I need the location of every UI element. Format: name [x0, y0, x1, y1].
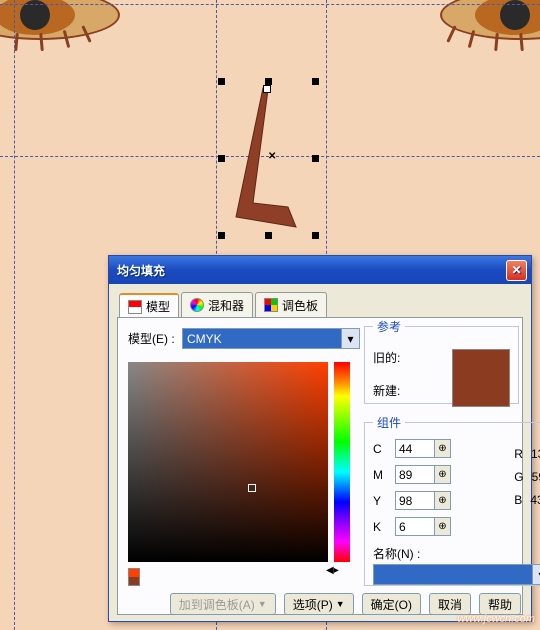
model-combo[interactable]: ▾	[182, 328, 360, 349]
hue-slider-thumb[interactable]: ◀▸	[326, 565, 339, 576]
options-button[interactable]: 选项(P)▼	[284, 593, 354, 615]
rgb-readout: R 130 G 59 B 43	[514, 447, 540, 507]
c-label: C	[373, 442, 387, 456]
b-label: B	[514, 493, 522, 507]
chevron-down-icon: ▼	[258, 599, 267, 609]
c-input[interactable]	[395, 439, 435, 458]
m-label: M	[373, 468, 387, 482]
help-button[interactable]: 帮助	[479, 593, 521, 615]
r-label: R	[514, 447, 523, 461]
k-label: K	[373, 520, 387, 534]
add-to-palette-button[interactable]: 加到调色板(A)▼	[170, 593, 276, 615]
reference-fieldset: 参考 旧的: 新建:	[364, 318, 519, 404]
color-picker-area[interactable]	[128, 362, 328, 562]
tab-panel-model: 模型(E) : ▾ ◀▸ 参考 旧的: 新建: 组件 C ⊕	[117, 317, 523, 615]
close-icon: ✕	[511, 263, 521, 277]
color-swatch	[452, 349, 510, 407]
dialog-button-row: 加到调色板(A)▼ 选项(P)▼ 确定(O) 取消 帮助	[109, 593, 531, 615]
g-label: G	[514, 470, 523, 484]
selection-handle[interactable]	[218, 78, 225, 85]
tab-label: 混和器	[208, 297, 244, 314]
selection-handle[interactable]	[218, 232, 225, 239]
guide-vertical	[14, 0, 15, 630]
k-input[interactable]	[395, 517, 435, 536]
name-combo[interactable]: ▾	[373, 564, 540, 585]
tab-mixer[interactable]: 混和器	[181, 292, 253, 317]
components-fieldset: 组件 C ⊕ M ⊕ Y ⊕ K ⊕ R 130 G 59 B 43	[364, 414, 540, 586]
y-input[interactable]	[395, 491, 435, 510]
shape-path	[220, 85, 310, 240]
y-label: Y	[373, 494, 387, 508]
components-legend: 组件	[373, 414, 405, 431]
y-lock-button[interactable]: ⊕	[435, 491, 451, 510]
name-combo-button[interactable]: ▾	[533, 564, 540, 585]
hue-slider[interactable]	[334, 362, 350, 562]
palette-icon	[264, 298, 278, 312]
c-lock-button[interactable]: ⊕	[435, 439, 451, 458]
selection-handle[interactable]	[265, 78, 272, 85]
b-value: 43	[530, 493, 540, 507]
g-value: 59	[532, 470, 540, 484]
mixer-icon	[190, 298, 204, 312]
selection-handle[interactable]	[312, 232, 319, 239]
selection-handle[interactable]	[265, 232, 272, 239]
dialog-titlebar[interactable]: 均匀填充 ✕	[109, 256, 531, 284]
model-combo-button[interactable]: ▾	[342, 328, 360, 349]
shape-node[interactable]	[263, 85, 271, 93]
tab-palette[interactable]: 调色板	[255, 292, 327, 317]
chevron-down-icon: ▼	[336, 599, 345, 609]
chevron-down-icon: ▾	[347, 332, 353, 346]
dialog-title: 均匀填充	[117, 262, 165, 279]
tab-label: 调色板	[282, 297, 318, 314]
r-value: 130	[531, 447, 540, 461]
watermark: www.jcwcn.com	[457, 613, 535, 625]
guide-horizontal	[0, 4, 540, 5]
k-lock-button[interactable]: ⊕	[435, 517, 451, 536]
uniform-fill-dialog: 均匀填充 ✕ 模型 混和器 调色板 模型(E) : ▾ ◀▸	[108, 255, 532, 622]
reference-legend: 参考	[373, 318, 405, 335]
color-marker[interactable]	[248, 484, 256, 492]
selection-handle[interactable]	[312, 78, 319, 85]
tab-model[interactable]: 模型	[119, 293, 179, 318]
selected-shape[interactable]: ✕	[225, 85, 305, 235]
model-label: 模型(E) :	[128, 330, 176, 347]
m-lock-button[interactable]: ⊕	[435, 465, 451, 484]
canvas-artwork-eye-right	[440, 0, 540, 40]
old-new-color-bar	[128, 568, 140, 586]
canvas-artwork-eye-left	[0, 0, 120, 40]
cancel-button[interactable]: 取消	[429, 593, 471, 615]
selection-handle[interactable]	[312, 155, 319, 162]
name-input[interactable]	[373, 564, 533, 585]
selection-center-icon: ✕	[268, 151, 276, 162]
m-input[interactable]	[395, 465, 435, 484]
selection-handle[interactable]	[218, 155, 225, 162]
model-icon	[128, 300, 142, 314]
tab-label: 模型	[146, 298, 170, 315]
name-label: 名称(N) :	[373, 545, 420, 562]
model-combo-input[interactable]	[182, 328, 342, 349]
ok-button[interactable]: 确定(O)	[362, 593, 421, 615]
tab-bar: 模型 混和器 调色板	[119, 292, 523, 317]
close-button[interactable]: ✕	[506, 260, 527, 281]
